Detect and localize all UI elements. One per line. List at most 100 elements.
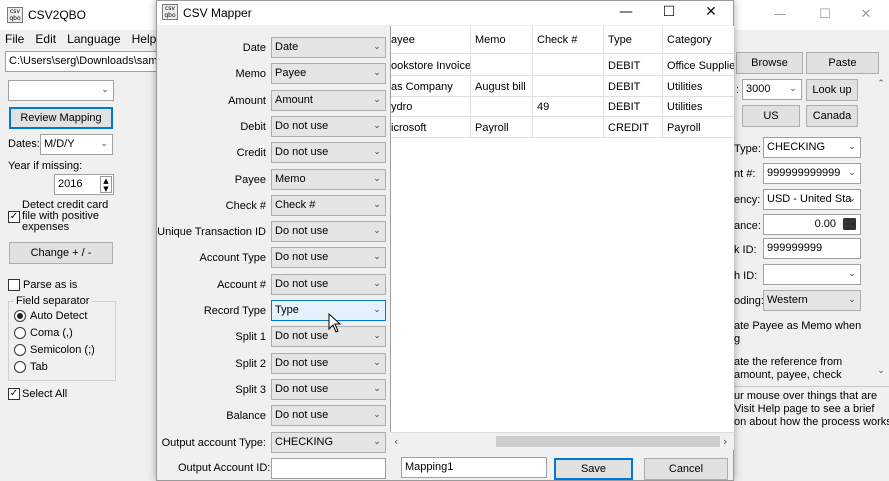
mapping-select[interactable]: Payee ⌄ bbox=[271, 63, 386, 84]
select-all-checkbox[interactable]: ✓ bbox=[8, 388, 20, 400]
grid-column-header[interactable]: Memo bbox=[471, 26, 533, 54]
dates-select[interactable]: M/D/Y ⌄ bbox=[40, 134, 113, 155]
grid-cell[interactable]: DEBIT bbox=[604, 97, 663, 117]
dialog-maximize-button[interactable]: ☐ bbox=[647, 1, 691, 25]
canada-button[interactable]: Canada bbox=[806, 105, 858, 127]
separator-coma-radio[interactable] bbox=[14, 327, 26, 339]
mapping-select[interactable]: Do not use ⌄ bbox=[271, 379, 386, 400]
grid-cell[interactable] bbox=[471, 56, 533, 76]
mapping-select[interactable]: Do not use ⌄ bbox=[271, 353, 386, 374]
mapping-name-input[interactable]: Mapping1 bbox=[401, 457, 547, 478]
main-minimize-button[interactable]: — bbox=[757, 0, 803, 30]
us-button[interactable]: US bbox=[742, 105, 800, 127]
paste-button[interactable]: Paste bbox=[806, 52, 879, 74]
mapping-select[interactable]: Memo ⌄ bbox=[271, 169, 386, 190]
year-value: 2016 bbox=[58, 178, 83, 190]
parse-as-is-checkbox[interactable] bbox=[8, 279, 20, 291]
mapping-select[interactable]: Do not use ⌄ bbox=[271, 274, 386, 295]
browse-button[interactable]: Browse bbox=[736, 52, 803, 74]
grid-cell[interactable]: DEBIT bbox=[604, 56, 663, 76]
mapping-label: Account Type bbox=[199, 252, 266, 264]
grid-horizontal-scrollbar[interactable]: ‹ › bbox=[390, 432, 734, 450]
review-mapping-button[interactable]: Review Mapping bbox=[9, 107, 113, 129]
output-account-id-label: Output Account ID: bbox=[178, 462, 271, 474]
grid-cell[interactable]: Payroll bbox=[663, 118, 734, 138]
menu-file[interactable]: File bbox=[5, 32, 24, 46]
grid-cell[interactable]: Office Supplies bbox=[663, 56, 734, 76]
output-account-id-input[interactable] bbox=[271, 458, 386, 479]
number-value: 3000 bbox=[746, 83, 771, 95]
year-stepper[interactable]: 2016 ▲ ▼ bbox=[54, 174, 114, 195]
separator-tab-radio[interactable] bbox=[14, 361, 26, 373]
main-maximize-button[interactable]: ☐ bbox=[802, 0, 848, 30]
main-close-button[interactable]: ✕ bbox=[843, 0, 889, 30]
separator-semicolon-radio[interactable] bbox=[14, 344, 26, 356]
preview-grid[interactable]: ayee Memo Check # Type Category ookstore Invo… bbox=[390, 26, 734, 450]
menu-language[interactable]: Language bbox=[67, 32, 120, 46]
calculator-icon[interactable] bbox=[843, 218, 856, 230]
mapping-label: Payee bbox=[234, 174, 266, 186]
change-sign-button[interactable]: Change + / - bbox=[9, 242, 113, 264]
number-select[interactable]: 3000 ⌄ bbox=[742, 79, 802, 100]
menu-edit[interactable]: Edit bbox=[35, 32, 56, 46]
grid-column-header[interactable]: Category bbox=[663, 26, 734, 54]
grid-cell[interactable]: DEBIT bbox=[604, 76, 663, 97]
mapping-select[interactable]: Do not use ⌄ bbox=[271, 142, 386, 163]
mapping-select[interactable]: Date ⌄ bbox=[271, 37, 386, 58]
grid-column-header[interactable]: Check # bbox=[533, 26, 604, 54]
grid-cell[interactable]: 49 bbox=[533, 97, 604, 117]
mapping-select[interactable]: Do not use ⌄ bbox=[271, 116, 386, 137]
scroll-right-icon[interactable]: › bbox=[723, 435, 727, 448]
grid-cell[interactable] bbox=[533, 76, 604, 97]
grid-cell[interactable] bbox=[471, 97, 533, 117]
branch-id-select[interactable]: ⌄ bbox=[763, 264, 861, 285]
chevron-down-icon: ⌄ bbox=[373, 68, 381, 78]
grid-cell[interactable]: ookstore Invoice bbox=[391, 56, 471, 76]
grid-cell[interactable] bbox=[533, 117, 604, 138]
stepper-arrows-icon[interactable]: ▲ ▼ bbox=[100, 176, 112, 193]
mapping-select[interactable]: Do not use ⌄ bbox=[271, 247, 386, 268]
mapping-select[interactable]: ⌄ bbox=[8, 80, 114, 101]
dialog-close-button[interactable]: ✕ bbox=[689, 1, 733, 25]
dialog-minimize-button[interactable]: — bbox=[604, 1, 648, 25]
grid-cell[interactable]: Utilities bbox=[663, 77, 734, 97]
grid-cell[interactable]: Utilities bbox=[663, 97, 734, 117]
grid-column-header[interactable]: Type bbox=[604, 26, 663, 54]
coding-select[interactable]: Western ⌄ bbox=[763, 290, 861, 311]
currency-select[interactable]: USD - United Sta ⌄ bbox=[763, 189, 861, 210]
grid-cell[interactable]: August bill bbox=[471, 76, 533, 97]
type-select[interactable]: CHECKING ⌄ bbox=[763, 137, 861, 158]
account-number-select[interactable]: 999999999999 ⌄ bbox=[763, 163, 861, 184]
mapping-select[interactable]: CHECKING ⌄ bbox=[271, 432, 386, 453]
menu-help[interactable]: Help bbox=[132, 32, 157, 46]
bank-id-input[interactable]: 999999999 bbox=[763, 238, 861, 259]
mapping-select-value: Memo bbox=[275, 173, 306, 185]
scroll-left-icon[interactable]: ‹ bbox=[394, 435, 398, 448]
save-button[interactable]: Save bbox=[554, 458, 633, 480]
mapping-label: Date bbox=[242, 42, 266, 54]
mapping-select[interactable]: Amount ⌄ bbox=[271, 90, 386, 111]
chevron-down-icon: ⌄ bbox=[373, 279, 381, 289]
lookup-button[interactable]: Look up bbox=[806, 79, 858, 101]
grid-cell[interactable] bbox=[533, 56, 604, 76]
cancel-button[interactable]: Cancel bbox=[644, 458, 728, 480]
scroll-down-icon[interactable]: ⌄ bbox=[874, 366, 888, 380]
grid-cell[interactable]: icrosoft bbox=[391, 117, 471, 138]
scrollbar-thumb[interactable] bbox=[496, 436, 720, 447]
mapping-label: Unique Transaction ID bbox=[157, 226, 266, 238]
separator-auto-radio[interactable] bbox=[14, 310, 26, 322]
grid-cell[interactable]: CREDIT bbox=[604, 117, 663, 138]
mapping-select[interactable]: Do not use ⌄ bbox=[271, 221, 386, 242]
file-path-input[interactable]: C:\Users\serg\Downloads\sampl bbox=[5, 51, 157, 72]
grid-column-header[interactable]: ayee bbox=[391, 26, 471, 54]
mapping-select-value: Payee bbox=[275, 67, 307, 79]
mapping-select[interactable]: Check # ⌄ bbox=[271, 195, 386, 216]
grid-cell[interactable]: as Company bbox=[391, 76, 471, 97]
detect-credit-card-checkbox[interactable]: ✓ bbox=[8, 211, 20, 223]
grid-cell[interactable]: ydro bbox=[391, 97, 471, 117]
grid-cell[interactable]: Payroll bbox=[471, 117, 533, 138]
scroll-up-icon[interactable]: ⌃ bbox=[874, 79, 888, 93]
chevron-down-icon: ⌄ bbox=[848, 142, 856, 152]
mapping-select[interactable]: Do not use ⌄ bbox=[271, 405, 386, 426]
balance-input[interactable]: 0.00 bbox=[763, 214, 861, 235]
